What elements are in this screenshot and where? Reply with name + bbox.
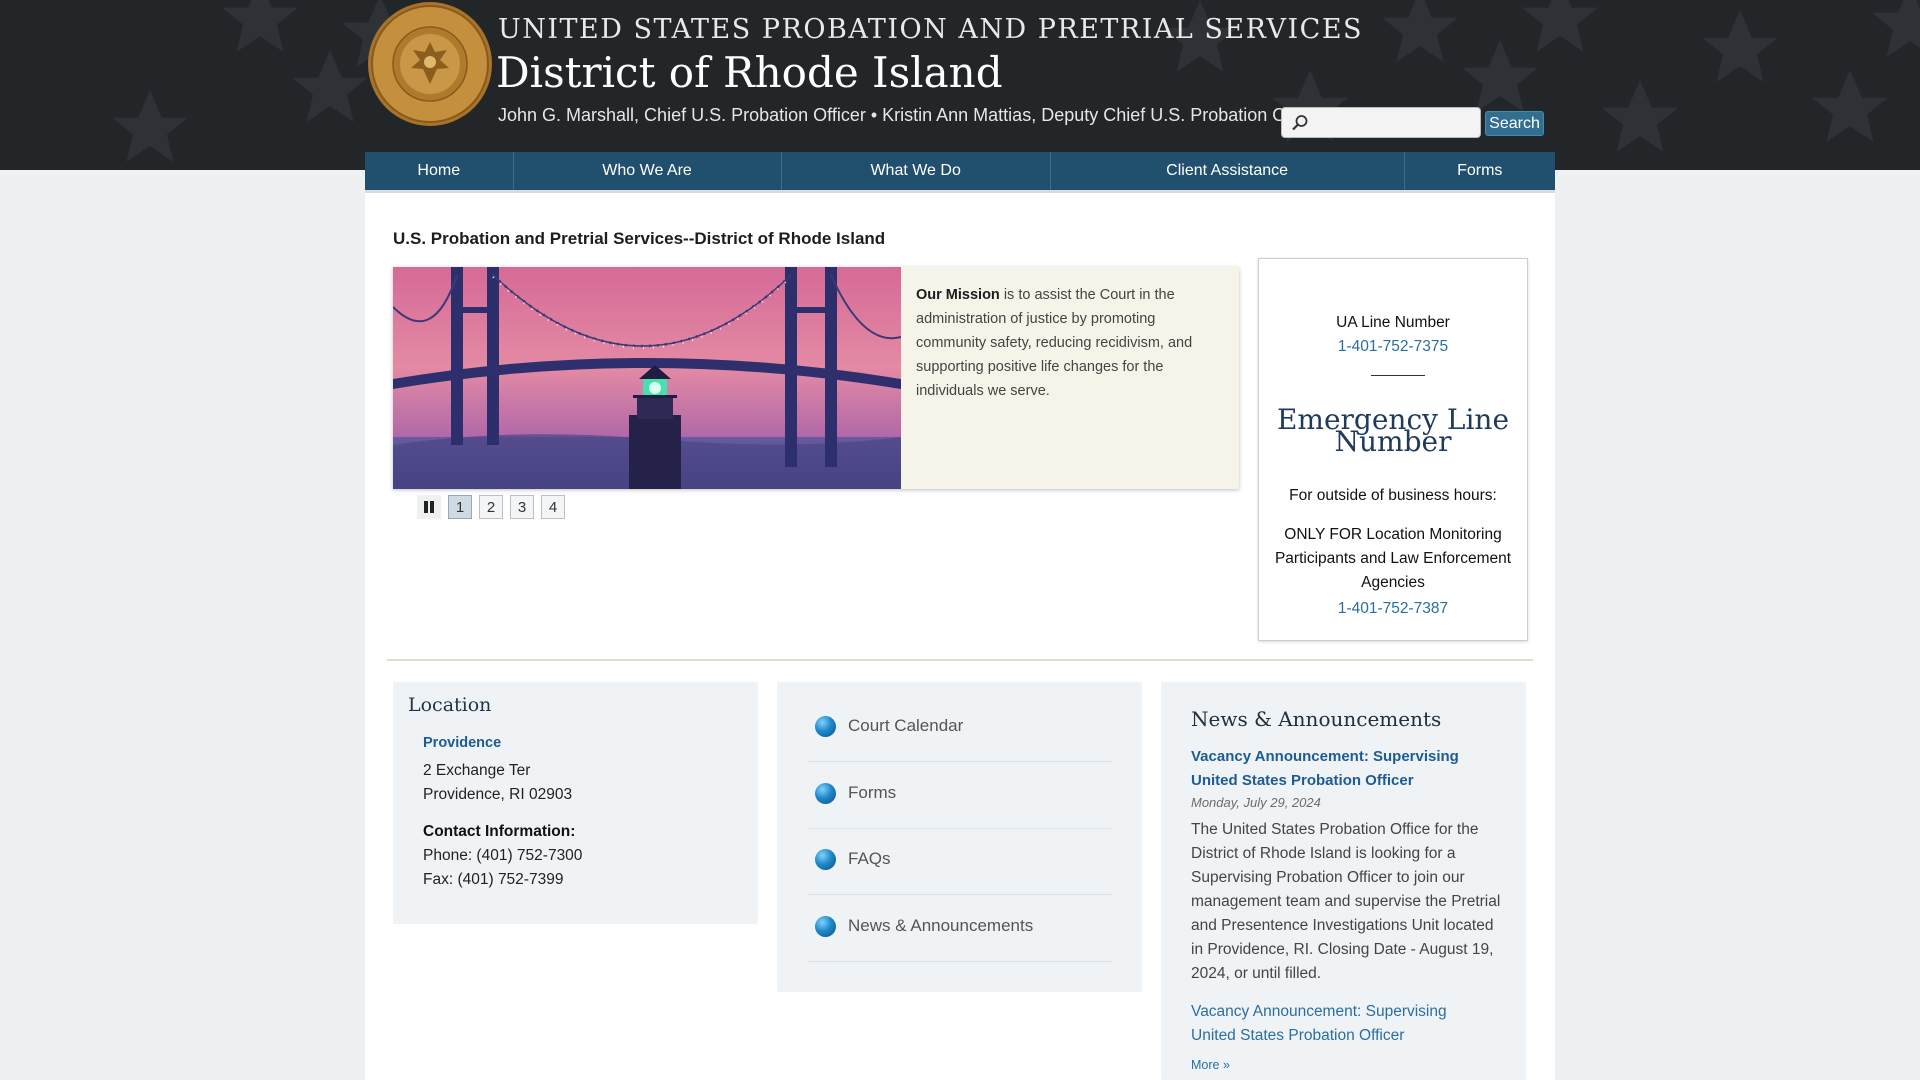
pager-page-4[interactable]: 4 bbox=[541, 495, 565, 519]
contact-heading: Contact Information: bbox=[423, 823, 576, 840]
location-title: Location bbox=[408, 694, 492, 716]
nav-home[interactable]: Home bbox=[365, 152, 514, 190]
mission-label: Our Mission bbox=[916, 287, 1000, 303]
link-news[interactable]: News & Announcements bbox=[807, 895, 1113, 962]
bridge-lighthouse-photo[interactable] bbox=[393, 267, 901, 489]
link-court-calendar[interactable]: Court Calendar bbox=[807, 695, 1113, 762]
globe-bullet-icon bbox=[815, 716, 836, 737]
after-hours-label: For outside of business hours: bbox=[1289, 487, 1497, 504]
link-faqs[interactable]: FAQs bbox=[807, 828, 1113, 895]
search-box bbox=[1281, 107, 1481, 138]
agency-name: UNITED STATES PROBATION AND PRETRIAL SER… bbox=[498, 14, 1364, 45]
officers-line: John G. Marshall, Chief U.S. Probation O… bbox=[498, 105, 1325, 125]
link-forms[interactable]: Forms bbox=[807, 762, 1113, 829]
mission-text: Our Mission is to assist the Court in th… bbox=[916, 283, 1216, 403]
news-title: News & Announcements bbox=[1191, 707, 1442, 731]
location-city-link[interactable]: Providence bbox=[423, 735, 501, 751]
news-item-body: The United States Probation Office for t… bbox=[1191, 821, 1501, 982]
globe-bullet-icon bbox=[815, 783, 836, 804]
page-title: U.S. Probation and Pretrial Services--Di… bbox=[393, 229, 886, 248]
search-input[interactable] bbox=[1310, 110, 1478, 136]
news-more-link[interactable]: More » bbox=[1191, 1058, 1230, 1072]
ua-line-label: UA Line Number bbox=[1336, 314, 1450, 331]
content-panel: U.S. Probation and Pretrial Services--Di… bbox=[365, 193, 1555, 1080]
only-for-text: ONLY FOR Location Monitoring Participant… bbox=[1274, 526, 1512, 591]
search-icon bbox=[1292, 115, 1308, 131]
nav-who-we-are[interactable]: Who We Are bbox=[514, 152, 782, 190]
main-nav: Home Who We Are What We Do Client Assist… bbox=[365, 152, 1555, 193]
news-panel: News & Announcements Vacancy Announcemen… bbox=[1161, 682, 1526, 1080]
nav-client-assistance[interactable]: Client Assistance bbox=[1051, 152, 1405, 190]
emergency-phone[interactable]: 1-401-752-7387 bbox=[1259, 600, 1527, 618]
location-city-state-zip: Providence, RI 02903 bbox=[423, 786, 573, 803]
contact-phone: Phone: (401) 752-7300 bbox=[423, 847, 583, 864]
nav-what-we-do[interactable]: What We Do bbox=[782, 152, 1051, 190]
nav-forms[interactable]: Forms bbox=[1405, 152, 1556, 190]
pager-page-3[interactable]: 3 bbox=[510, 495, 534, 519]
pause-icon bbox=[424, 501, 434, 513]
court-seal-logo[interactable] bbox=[365, 0, 495, 128]
slide-caption: Our Mission is to assist the Court in th… bbox=[901, 267, 1239, 489]
link-label: Court Calendar bbox=[848, 716, 964, 735]
location-panel: Location Providence 2 Exchange Ter Provi… bbox=[393, 682, 758, 924]
link-label: Forms bbox=[848, 783, 897, 802]
globe-bullet-icon bbox=[815, 849, 836, 870]
pager-page-2[interactable]: 2 bbox=[479, 495, 503, 519]
pause-button[interactable] bbox=[417, 495, 441, 519]
link-label: FAQs bbox=[848, 849, 891, 868]
page-wrapper: UNITED STATES PROBATION AND PRETRIAL SER… bbox=[365, 0, 1555, 1080]
ua-line-phone[interactable]: 1-401-752-7375 bbox=[1259, 338, 1527, 356]
district-title[interactable]: District of Rhode Island bbox=[496, 48, 1003, 97]
news-second-link[interactable]: Vacancy Announcement: Supervising United… bbox=[1191, 1000, 1461, 1048]
phone-info-box: UA Line Number 1-401-752-7375 Emergency … bbox=[1258, 258, 1528, 641]
search-button[interactable]: Search bbox=[1485, 111, 1544, 136]
pager-page-1[interactable]: 1 bbox=[448, 495, 472, 519]
contact-fax: Fax: (401) 752-7399 bbox=[423, 871, 564, 888]
globe-bullet-icon bbox=[815, 916, 836, 937]
link-label: News & Announcements bbox=[848, 916, 1034, 935]
emergency-heading: Emergency Line Number bbox=[1259, 406, 1527, 456]
location-street: 2 Exchange Ter bbox=[423, 762, 531, 779]
section-divider bbox=[387, 659, 1533, 661]
separator-rule bbox=[1371, 375, 1425, 376]
news-item-date: Monday, July 29, 2024 bbox=[1191, 795, 1321, 810]
quick-links-panel: Court Calendar Forms FAQs News & Announc… bbox=[777, 682, 1142, 992]
mission-body: is to assist the Court in the administra… bbox=[916, 287, 1193, 399]
slider-pager: 1 2 3 4 bbox=[417, 495, 565, 519]
image-slider: Our Mission is to assist the Court in th… bbox=[393, 267, 1239, 489]
news-item-title-link[interactable]: Vacancy Announcement: Supervising United… bbox=[1191, 745, 1461, 793]
